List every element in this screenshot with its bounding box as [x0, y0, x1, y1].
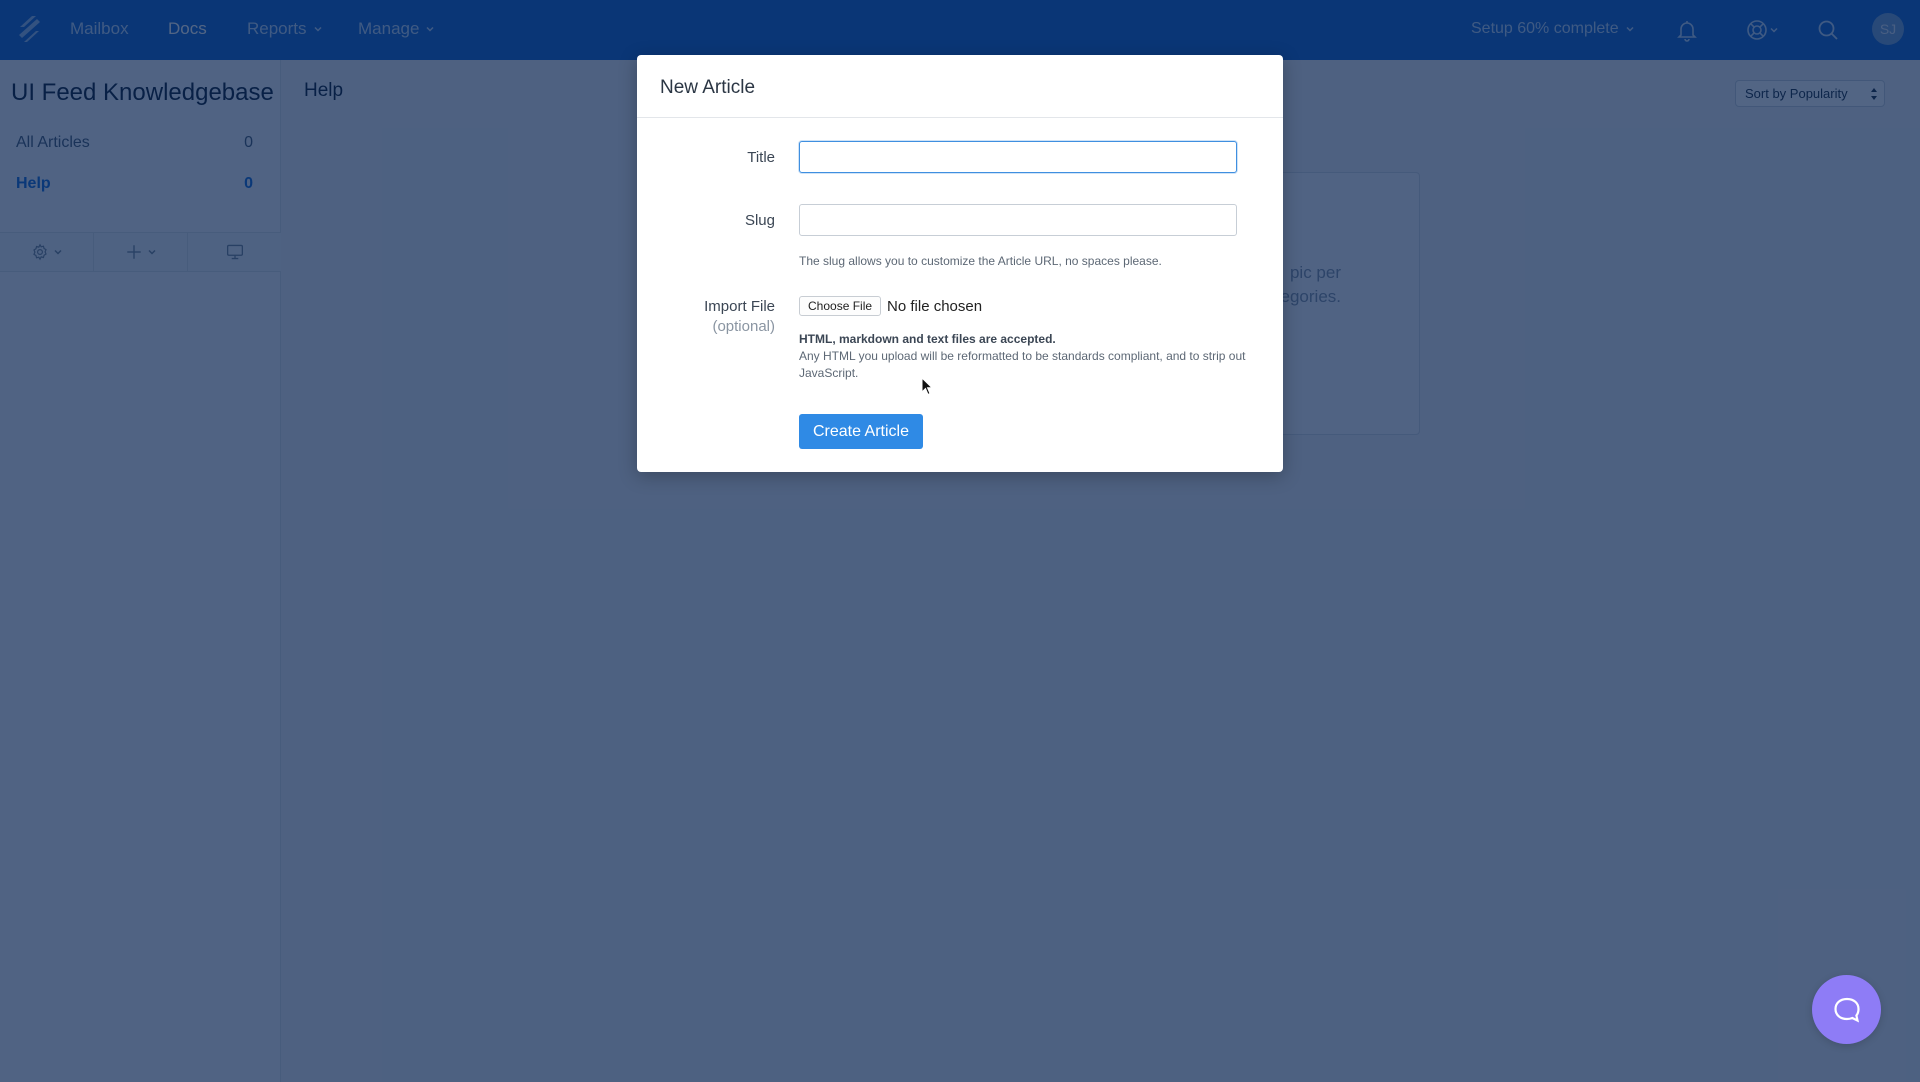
file-input: Choose File No file chosen — [799, 296, 982, 316]
slug-hint: The slug allows you to customize the Art… — [799, 254, 1162, 268]
file-status: No file chosen — [887, 297, 983, 315]
slug-input[interactable] — [799, 204, 1237, 236]
chat-launcher-button[interactable] — [1812, 975, 1881, 1044]
new-article-modal: New Article Title Slug The slug allows y… — [637, 55, 1283, 472]
choose-file-button[interactable]: Choose File — [799, 296, 882, 316]
import-file-hint-text: Any HTML you upload will be reformatted … — [799, 349, 1246, 380]
modal-header: New Article — [637, 55, 1283, 118]
create-article-button[interactable]: Create Article — [799, 414, 923, 449]
chat-bubble-icon — [1833, 997, 1860, 1022]
mouse-cursor-icon — [921, 377, 934, 396]
title-input[interactable] — [799, 141, 1237, 173]
import-file-hint: HTML, markdown and text files are accept… — [799, 331, 1259, 382]
modal-title: New Article — [660, 77, 756, 98]
import-file-label: Import File (optional) — [704, 298, 775, 335]
import-file-label-text: Import File — [704, 298, 775, 315]
import-file-hint-bold: HTML, markdown and text files are accept… — [799, 332, 1056, 346]
import-file-optional-label: (optional) — [712, 318, 775, 335]
title-label: Title — [747, 149, 775, 166]
slug-label: Slug — [744, 212, 775, 229]
